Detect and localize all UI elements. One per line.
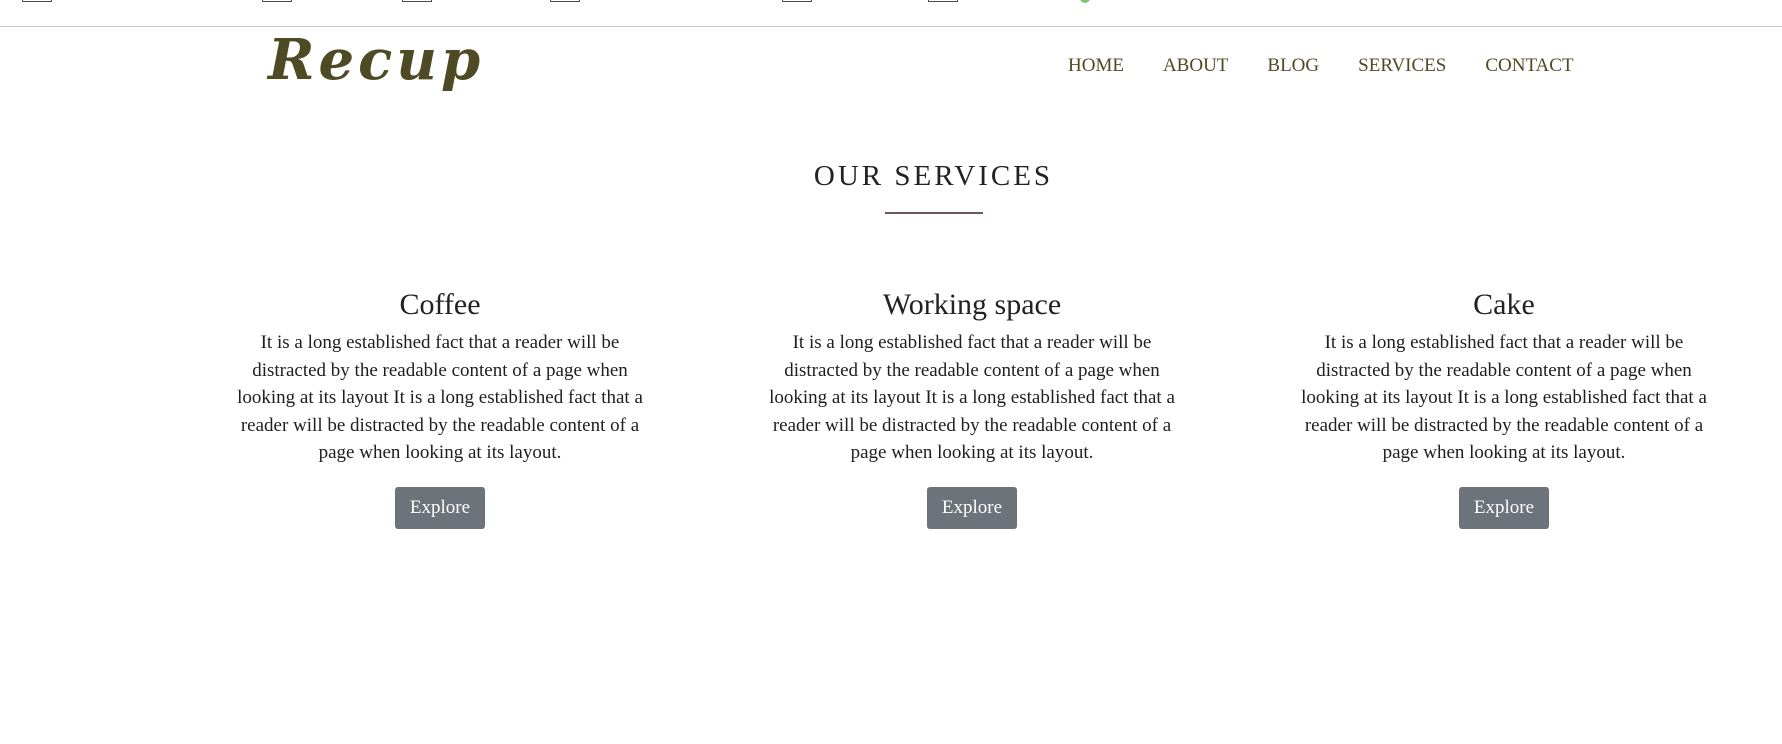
title-divider — [885, 212, 983, 214]
explore-button[interactable]: Explore — [1458, 486, 1550, 529]
explore-button[interactable]: Explore — [394, 486, 486, 529]
site-header: Recup HOME ABOUT BLOG SERVICES CONTACT — [0, 27, 1782, 97]
card-text: It is a long established fact that a rea… — [1301, 332, 1707, 463]
card-heading: Cake — [1473, 288, 1535, 321]
bookmark-icon[interactable] — [22, 0, 52, 2]
bookmark-icon[interactable] — [262, 0, 292, 2]
service-card-coffee: Coffee It is a long established fact tha… — [225, 285, 655, 529]
services-cards: Coffee It is a long established fact tha… — [225, 285, 1719, 529]
card-heading: Coffee — [399, 288, 481, 321]
nav-item-services[interactable]: SERVICES — [1358, 54, 1446, 78]
browser-bookmarks-strip — [0, 0, 1782, 27]
explore-button[interactable]: Explore — [926, 486, 1018, 529]
card-text: It is a long established fact that a rea… — [769, 332, 1175, 463]
site-favicon-icon[interactable] — [1080, 0, 1090, 3]
nav-item-contact[interactable]: CONTACT — [1485, 54, 1573, 78]
service-card-working-space: Working space It is a long established f… — [757, 285, 1187, 529]
bookmark-icon[interactable] — [782, 0, 812, 2]
nav-item-about[interactable]: ABOUT — [1163, 54, 1228, 78]
service-card-cake: Cake It is a long established fact that … — [1289, 285, 1719, 529]
bookmark-icon[interactable] — [402, 0, 432, 2]
services-title: OUR SERVICES — [813, 160, 1054, 192]
card-text: It is a long established fact that a rea… — [237, 332, 643, 463]
main-nav: HOME ABOUT BLOG SERVICES CONTACT — [1068, 54, 1613, 78]
bookmark-icon[interactable] — [928, 0, 958, 2]
card-heading: Working space — [882, 288, 1062, 321]
nav-item-blog[interactable]: BLOG — [1267, 54, 1319, 78]
bookmark-icon[interactable] — [550, 0, 580, 2]
nav-item-home[interactable]: HOME — [1068, 54, 1124, 78]
site-logo[interactable]: Recup — [268, 27, 484, 93]
